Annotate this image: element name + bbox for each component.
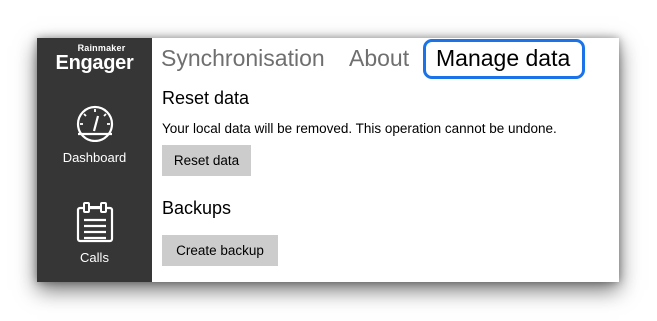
app-window: Rainmaker Engager Dashboard Calls Synchr… <box>37 38 619 282</box>
sidebar: Rainmaker Engager Dashboard Calls <box>37 38 152 282</box>
tab-manage-data[interactable]: Manage data <box>423 39 586 79</box>
backups-heading: Backups <box>162 198 232 218</box>
sidebar-item-label: Calls <box>80 250 109 265</box>
tab-synchronisation[interactable]: Synchronisation <box>161 45 325 72</box>
speedometer-icon <box>76 105 113 142</box>
sidebar-item-calls[interactable]: Calls <box>37 202 152 265</box>
brand-logo: Engager <box>55 52 134 74</box>
sidebar-item-dashboard[interactable]: Dashboard <box>37 104 152 165</box>
calendar-icon <box>76 202 113 243</box>
tab-about[interactable]: About <box>349 45 409 72</box>
sidebar-item-label: Dashboard <box>62 150 127 165</box>
reset-data-heading: Reset data <box>162 88 250 108</box>
reset-data-button[interactable]: Reset data <box>162 145 251 176</box>
reset-data-description: Your local data will be removed. This op… <box>162 121 557 136</box>
main-content: Synchronisation About Manage data Reset … <box>152 38 619 282</box>
create-backup-button[interactable]: Create backup <box>162 235 278 266</box>
